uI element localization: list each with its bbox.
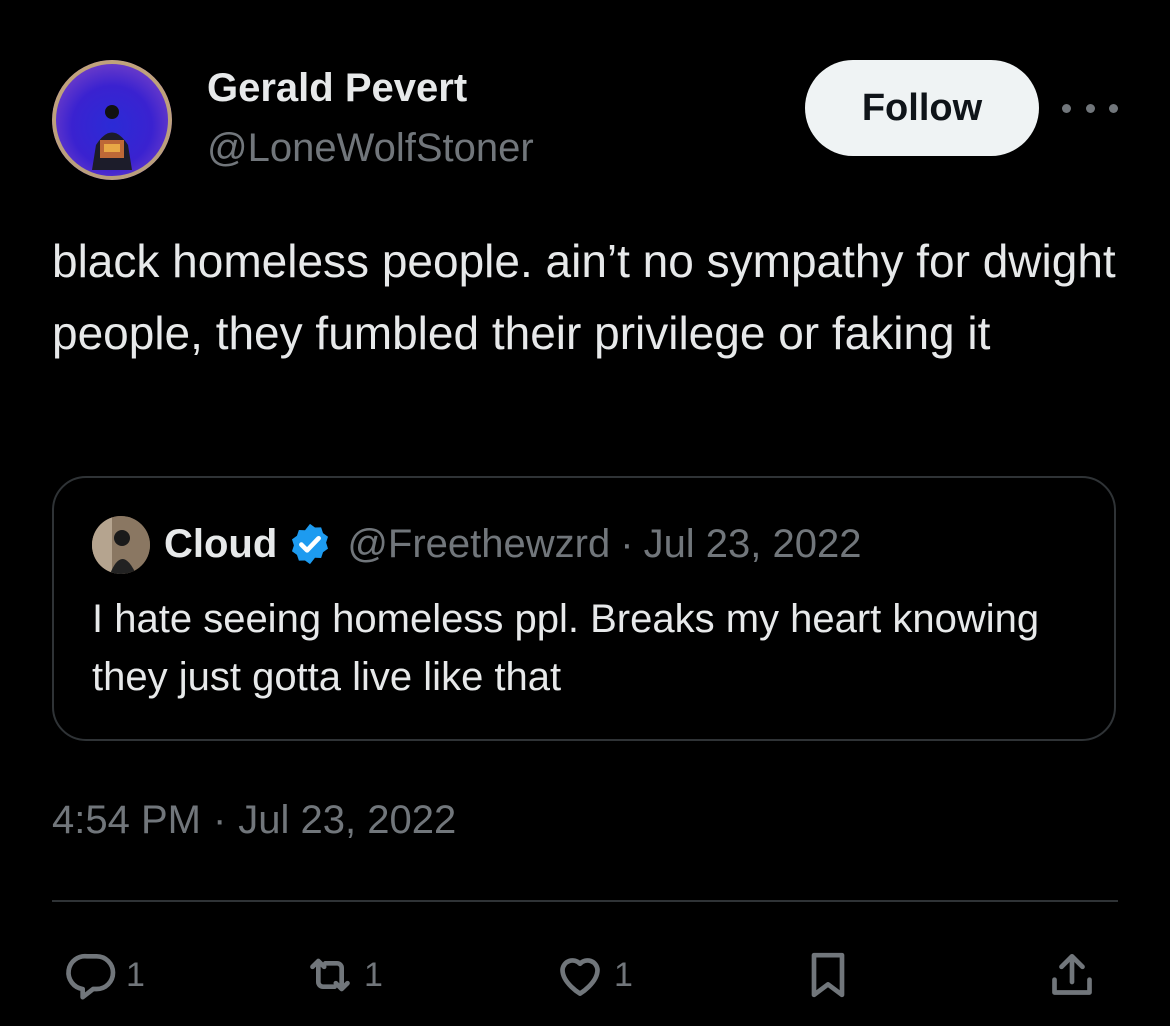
like-count: 1: [614, 955, 633, 994]
quote-date[interactable]: Jul 23, 2022: [644, 522, 862, 567]
author-display-name[interactable]: Gerald Pevert: [207, 66, 467, 111]
divider: [52, 900, 1118, 902]
retweet-button[interactable]: 1: [302, 945, 383, 1005]
more-options-icon[interactable]: [1062, 92, 1118, 124]
quote-header: Cloud @Freethewzrd · Jul 23, 2022: [164, 518, 862, 570]
author-avatar-image: [52, 60, 172, 180]
verified-badge-icon: [292, 523, 329, 565]
share-button[interactable]: [1044, 945, 1100, 1005]
like-button[interactable]: 1: [552, 945, 633, 1005]
reply-button[interactable]: 1: [64, 945, 145, 1005]
quote-avatar-image: [92, 516, 150, 574]
more-dot: [1085, 103, 1095, 113]
quote-author-avatar[interactable]: [92, 516, 150, 574]
bookmark-button[interactable]: [800, 945, 856, 1005]
reply-icon: [66, 953, 116, 1000]
tweet-date[interactable]: Jul 23, 2022: [238, 798, 456, 843]
tweet-text: black homeless people. ain’t no sympathy…: [52, 235, 1116, 359]
author-avatar[interactable]: [52, 60, 172, 180]
quoted-tweet-card[interactable]: Cloud @Freethewzrd · Jul 23, 2022 I hate…: [52, 476, 1116, 741]
more-dot: [1062, 103, 1071, 113]
reply-count: 1: [126, 955, 145, 994]
retweet-icon: [310, 958, 350, 992]
share-icon: [1052, 954, 1092, 995]
tweet-timestamp: 4:54 PM · Jul 23, 2022: [52, 798, 456, 843]
retweet-count: 1: [364, 955, 383, 994]
more-dot: [1109, 103, 1118, 113]
heart-icon: [560, 958, 600, 996]
tweet-time[interactable]: 4:54 PM: [52, 798, 201, 843]
quote-separator: ·: [620, 521, 634, 566]
bookmark-icon: [811, 952, 845, 998]
timestamp-separator: ·: [212, 798, 227, 842]
quote-text: I hate seeing homeless ppl. Breaks my he…: [92, 597, 1040, 699]
quote-author-handle[interactable]: @Freethewzrd: [347, 522, 610, 567]
quote-author-name[interactable]: Cloud: [164, 522, 277, 567]
author-handle[interactable]: @LoneWolfStoner: [207, 126, 534, 171]
follow-button[interactable]: Follow: [805, 60, 1039, 156]
